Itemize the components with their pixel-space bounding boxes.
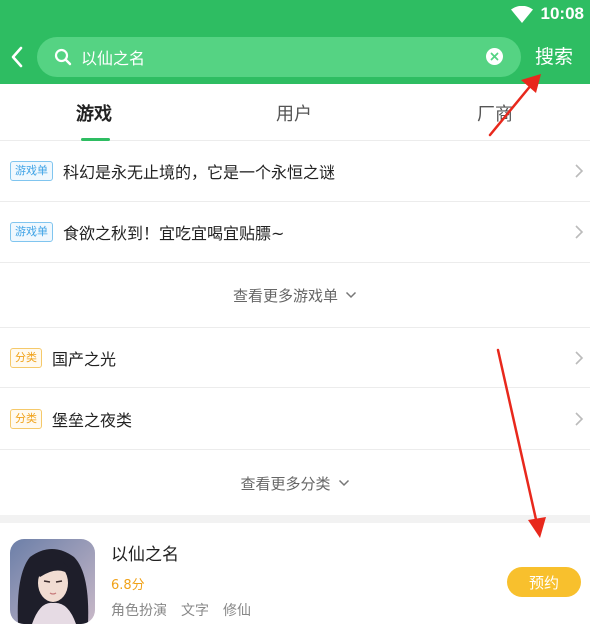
clear-icon [490, 52, 499, 61]
top-header: 10:08 搜索 [0, 0, 590, 84]
more-categories-button[interactable]: 查看更多分类 [0, 451, 590, 515]
tab-games[interactable]: 游戏 [76, 100, 112, 126]
search-bar[interactable] [37, 37, 521, 77]
game-list-title: 食欲之秋到！宜吃宜喝宜贴膘~ [63, 224, 285, 243]
back-icon [11, 46, 23, 68]
game-score: 6.8分 [111, 578, 145, 593]
back-button[interactable] [6, 42, 28, 72]
search-input[interactable] [81, 47, 461, 67]
game-tags: 角色扮演 文字 修仙 [111, 600, 251, 620]
chevron-right-icon [575, 351, 584, 365]
reserve-button[interactable]: 预约 [507, 567, 581, 597]
chevron-right-icon [575, 412, 584, 426]
clear-button[interactable] [486, 48, 503, 65]
game-list-item[interactable]: 游戏单 食欲之秋到！宜吃宜喝宜贴膘~ [0, 202, 590, 263]
status-bar: 10:08 [510, 3, 584, 25]
category-tag: 分类 [10, 409, 42, 429]
category-tag: 分类 [10, 347, 42, 368]
game-result-item[interactable]: 以仙之名 6.8分 角色扮演 文字 修仙 预约 [0, 523, 590, 635]
wifi-icon [510, 5, 533, 23]
tab-bar: 游戏 用户 厂商 [0, 84, 590, 141]
chevron-right-icon [575, 164, 584, 178]
category-item[interactable]: 分类 国产之光 [0, 327, 590, 388]
chevron-down-icon [345, 291, 357, 299]
section-divider [0, 515, 590, 523]
game-tag: 角色扮演 [111, 603, 167, 619]
game-name: 以仙之名 [111, 545, 179, 565]
game-list-tag: 游戏单 [10, 222, 53, 242]
tab-users[interactable]: 用户 [276, 100, 312, 126]
chevron-down-icon [338, 479, 349, 487]
more-game-lists-button[interactable]: 查看更多游戏单 [0, 263, 590, 327]
game-tag: 文字 [181, 603, 209, 619]
game-tag: 修仙 [223, 603, 251, 619]
category-title: 国产之光 [52, 349, 117, 369]
chevron-right-icon [575, 225, 584, 239]
search-icon [54, 48, 72, 66]
more-game-lists-label: 查看更多游戏单 [232, 286, 338, 305]
category-item[interactable]: 分类 堡垒之夜类 [0, 389, 590, 450]
search-button[interactable]: 搜索 [535, 42, 573, 69]
game-list-title: 科幻是永无止境的，它是一个永恒之谜 [63, 163, 336, 182]
game-list-item[interactable]: 游戏单 科幻是永无止境的，它是一个永恒之谜 [0, 141, 590, 202]
tab-vendors[interactable]: 厂商 [477, 100, 513, 126]
game-icon[interactable] [10, 539, 95, 624]
more-categories-label: 查看更多分类 [240, 474, 331, 493]
game-list-tag: 游戏单 [10, 161, 53, 181]
category-title: 堡垒之夜类 [52, 411, 133, 430]
status-time: 10:08 [540, 4, 584, 23]
